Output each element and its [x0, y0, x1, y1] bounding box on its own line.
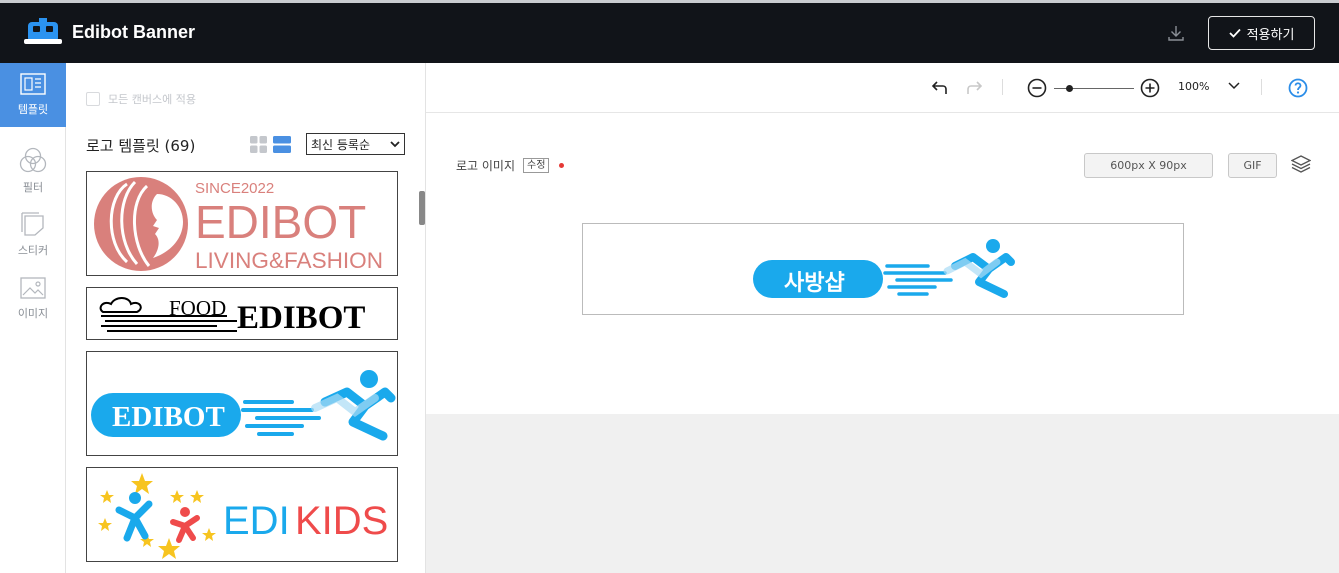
canvas-area: 로고 이미지 수정 600px X 90px GIF 사방샵: [426, 113, 1339, 414]
sidebar-item-label: 필터: [22, 181, 44, 194]
kids-logo-image: EDI KIDS: [98, 473, 388, 559]
template-food: FOOD: [169, 296, 226, 320]
scrollbar-thumb[interactable]: [419, 191, 425, 225]
robot-logo-icon: [24, 18, 62, 44]
apply-all-checkbox[interactable]: 모든 캔버스에 적용: [86, 91, 196, 107]
toolbar-divider: [1002, 79, 1003, 95]
template-card-running[interactable]: EDIBOT: [86, 351, 398, 456]
template-name: EDIBOT: [195, 196, 366, 248]
top-bar: Edibot Banner 적용하기: [0, 0, 1339, 63]
template-edi: EDI: [223, 499, 290, 543]
editor-area: 100% 로고 이미지 수정 600px X 90px GIF 사방샵: [426, 63, 1339, 573]
banner-logo-image: 사방샵: [753, 239, 1015, 298]
section-title: 로고 템플릿 (69): [86, 137, 196, 155]
edit-button[interactable]: 수정: [523, 158, 550, 173]
zoom-out-icon[interactable]: [1027, 78, 1047, 98]
image-icon: [20, 277, 46, 299]
template-name: EDIBOT: [237, 300, 365, 336]
chevron-down-icon[interactable]: [1228, 82, 1240, 90]
sidebar-item-label: 스티커: [17, 244, 49, 257]
canvas-header: 로고 이미지 수정: [456, 157, 565, 174]
zoom-value[interactable]: 100%: [1178, 80, 1209, 93]
redo-icon[interactable]: [964, 78, 984, 96]
editor-toolbar: 100%: [426, 63, 1339, 113]
apply-button-label: 적용하기: [1246, 27, 1295, 43]
template-card-food[interactable]: FOOD EDIBOT: [86, 287, 398, 340]
running-logo-image: EDIBOT: [91, 370, 396, 441]
canvas-size-field[interactable]: 600px X 90px: [1084, 153, 1213, 178]
brand[interactable]: Edibot Banner: [24, 16, 195, 48]
template-sub: LIVING&FASHION: [195, 248, 383, 273]
list-view-icon[interactable]: [273, 136, 291, 153]
sidebar-item-label: 이미지: [17, 307, 49, 320]
chevron-down-icon: [390, 140, 400, 147]
template-name: EDIBOT: [112, 401, 225, 433]
format-button[interactable]: GIF: [1228, 153, 1277, 178]
apply-button[interactable]: 적용하기: [1208, 16, 1315, 50]
zoom-slider-handle[interactable]: [1066, 85, 1073, 92]
template-since: SINCE2022: [195, 180, 274, 197]
template-kids: KIDS: [295, 499, 388, 543]
banner-text: 사방샵: [784, 271, 845, 296]
food-logo-image: FOOD EDIBOT: [99, 296, 365, 336]
apply-all-label: 모든 캔버스에 적용: [108, 93, 196, 106]
status-dot: [559, 163, 565, 168]
sidebar-item-image[interactable]: 이미지: [0, 267, 66, 331]
sort-select[interactable]: 최신 등록순: [306, 133, 405, 155]
sidebar-item-template[interactable]: 템플릿: [0, 63, 66, 127]
app-title: Edibot Banner: [72, 21, 196, 42]
help-icon[interactable]: [1288, 78, 1308, 98]
grid-view-icon[interactable]: [250, 136, 267, 153]
sidebar-item-filter[interactable]: 필터: [0, 139, 66, 203]
banner-canvas[interactable]: 사방샵: [582, 223, 1184, 315]
layers-icon[interactable]: [1291, 154, 1311, 174]
template-card-kids[interactable]: EDI KIDS: [86, 467, 398, 562]
template-icon: [20, 73, 46, 95]
filter-icon: [19, 147, 47, 173]
toolbar-divider: [1261, 79, 1262, 95]
sort-select-value: 최신 등록순: [311, 137, 371, 152]
template-card-fashion[interactable]: SINCE2022 EDIBOT LIVING&FASHION: [86, 171, 398, 276]
fashion-logo-image: SINCE2022 EDIBOT LIVING&FASHION: [94, 177, 383, 273]
sidebar: 템플릿 필터 스티커 이미지: [0, 63, 66, 573]
check-icon: [1228, 28, 1241, 38]
sticker-icon: [21, 212, 44, 236]
sidebar-item-sticker[interactable]: 스티커: [0, 203, 66, 267]
checkbox-box[interactable]: [86, 92, 100, 106]
canvas-label: 로고 이미지: [456, 159, 516, 173]
sidebar-item-label: 템플릿: [17, 103, 49, 116]
undo-icon[interactable]: [930, 78, 950, 96]
download-icon[interactable]: [1166, 23, 1186, 43]
zoom-in-icon[interactable]: [1140, 78, 1160, 98]
template-panel: 모든 캔버스에 적용 로고 템플릿 (69) 최신 등록순 SINCE2022 …: [66, 63, 426, 573]
